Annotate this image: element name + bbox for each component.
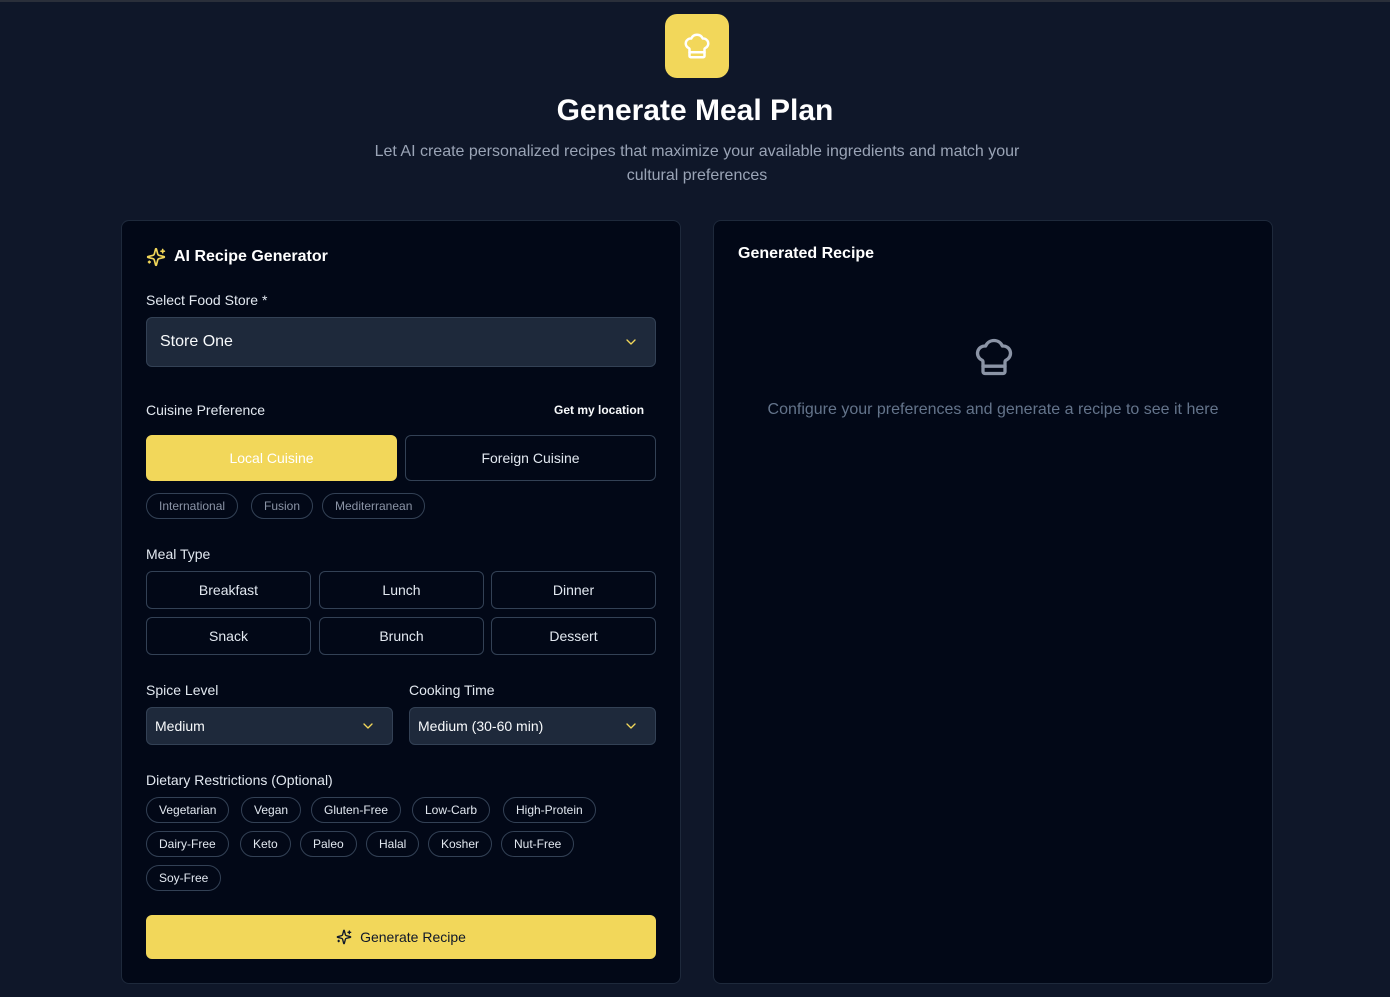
sparkles-icon	[336, 929, 352, 945]
page-title: Generate Meal Plan	[556, 94, 834, 127]
generate-recipe-label: Generate Recipe	[360, 929, 466, 945]
cuisine-label: Cuisine Preference	[146, 402, 266, 418]
generator-title: AI Recipe Generator	[174, 248, 328, 265]
page-subtitle: Let AI create personalized recipes that …	[374, 143, 1020, 184]
chevron-down-icon	[626, 339, 636, 345]
dietary-gluten-free[interactable]: Gluten-Free	[311, 797, 402, 823]
dietary-high-protein[interactable]: High-Protein	[503, 797, 596, 823]
meal-type-dessert[interactable]: Dessert	[491, 617, 656, 655]
chef-hat-icon	[975, 338, 1013, 376]
store-select-value: Store One	[160, 333, 233, 350]
dietary-dairy-free[interactable]: Dairy-Free	[146, 831, 229, 857]
cooking-time-label: Cooking Time	[409, 682, 495, 698]
store-select[interactable]: Store One	[146, 317, 656, 367]
store-label: Select Food Store *	[146, 292, 268, 308]
dietary-label: Dietary Restrictions (Optional)	[146, 772, 333, 788]
meal-type-brunch[interactable]: Brunch	[319, 617, 484, 655]
meal-type-lunch[interactable]: Lunch	[319, 571, 484, 609]
spice-level-select[interactable]: Medium	[146, 707, 393, 745]
get-location-link[interactable]: Get my location	[554, 403, 644, 417]
dietary-keto[interactable]: Keto	[240, 831, 291, 857]
cuisine-tag-mediterranean[interactable]: Mediterranean	[322, 493, 426, 519]
dietary-paleo[interactable]: Paleo	[300, 831, 357, 857]
chevron-down-icon	[363, 723, 373, 729]
meal-type-dinner[interactable]: Dinner	[491, 571, 656, 609]
generated-recipe-title: Generated Recipe	[738, 245, 875, 262]
dietary-nut-free[interactable]: Nut-Free	[501, 831, 575, 857]
cuisine-tag-international[interactable]: International	[146, 493, 239, 519]
spice-level-label: Spice Level	[146, 682, 219, 698]
chef-hat-icon	[684, 33, 710, 59]
app-logo	[665, 14, 729, 78]
generator-header: AI Recipe Generator	[146, 247, 328, 267]
empty-state-text: Configure your preferences and generate …	[767, 401, 1219, 418]
dietary-kosher[interactable]: Kosher	[428, 831, 493, 857]
dietary-soy-free[interactable]: Soy-Free	[146, 865, 222, 891]
meal-type-label: Meal Type	[146, 546, 211, 562]
dietary-low-carb[interactable]: Low-Carb	[412, 797, 491, 823]
cooking-time-select[interactable]: Medium (30-60 min)	[409, 707, 656, 745]
dietary-halal[interactable]: Halal	[366, 831, 420, 857]
chevron-down-icon	[626, 723, 636, 729]
recipe-generator-card: AI Recipe Generator Select Food Store * …	[121, 220, 681, 984]
generated-recipe-card: Generated Recipe Configure your preferen…	[713, 220, 1273, 984]
spice-level-value: Medium	[155, 718, 205, 734]
meal-type-breakfast[interactable]: Breakfast	[146, 571, 311, 609]
foreign-cuisine-button[interactable]: Foreign Cuisine	[405, 435, 656, 481]
dietary-vegetarian[interactable]: Vegetarian	[146, 797, 230, 823]
dietary-vegan[interactable]: Vegan	[241, 797, 302, 823]
meal-type-snack[interactable]: Snack	[146, 617, 311, 655]
sparkles-icon	[146, 247, 166, 267]
cuisine-tag-fusion[interactable]: Fusion	[251, 493, 314, 519]
local-cuisine-button[interactable]: Local Cuisine	[146, 435, 397, 481]
cooking-time-value: Medium (30-60 min)	[418, 718, 544, 734]
generate-recipe-button[interactable]: Generate Recipe	[146, 915, 656, 959]
